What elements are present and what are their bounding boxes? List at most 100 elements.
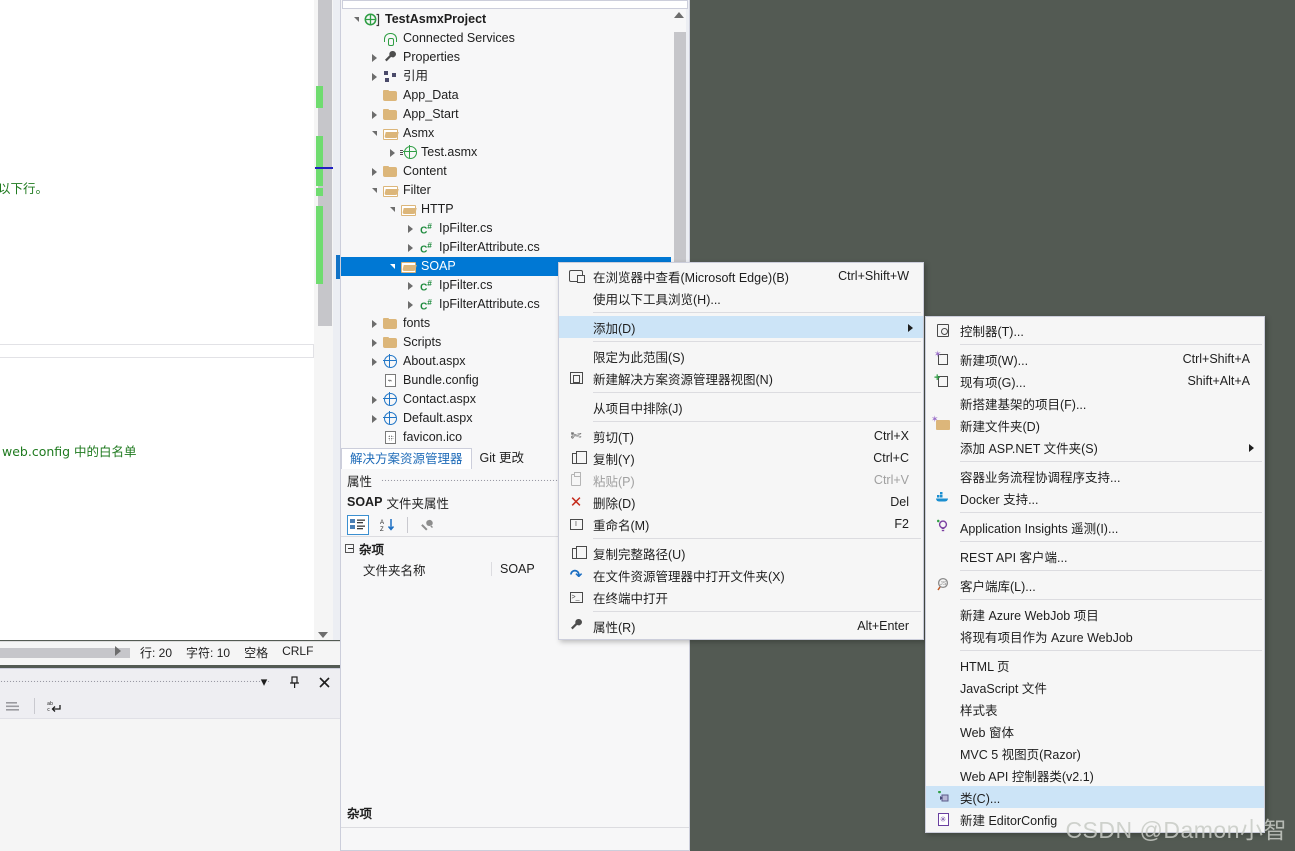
chevron-down-icon[interactable] (367, 181, 381, 200)
paste-icon (571, 472, 581, 486)
delete-icon: ✕ (559, 491, 593, 513)
solution-search-box[interactable] (342, 0, 688, 9)
controller-icon (937, 323, 949, 337)
tree-item-ipfilter-cs[interactable]: C# IpFilter.cs (341, 219, 671, 238)
chevron-right-icon[interactable] (385, 143, 399, 162)
chevron-down-icon[interactable]: ▾ (254, 672, 274, 692)
tree-item-properties[interactable]: Properties (341, 48, 671, 67)
menu-item--d-[interactable]: ✕ 删除(D) Del (559, 491, 923, 513)
menu-item--y-[interactable]: 复制(Y) Ctrl+C (559, 447, 923, 469)
menu-item-label: Docker 支持... (960, 492, 1039, 507)
menu-item--n-[interactable]: 新建解决方案资源管理器视图(N) (559, 367, 923, 389)
editor-collapsed-region[interactable] (0, 344, 314, 358)
chevron-right-icon[interactable] (403, 238, 417, 257)
menu-item--x-[interactable]: ↷ 在文件资源管理器中打开文件夹(X) (559, 564, 923, 586)
menu-item--c-[interactable]: 类(C)... (926, 786, 1264, 808)
editor-horizontal-scrollbar[interactable] (0, 648, 130, 658)
menu-item-rest-api-[interactable]: REST API 客户端... (926, 545, 1264, 567)
chevron-right-icon[interactable] (367, 162, 381, 181)
chevron-down-icon[interactable] (385, 200, 399, 219)
tree-item-label: SOAP (421, 259, 456, 273)
chevron-right-icon[interactable] (367, 352, 381, 371)
code-editor-pane[interactable]: 以下行。 web.config 中的白名单 (0, 0, 340, 640)
status-line-endings[interactable]: CRLF (282, 644, 313, 661)
menu-separator (960, 512, 1262, 513)
chevron-down-icon[interactable] (385, 257, 399, 276)
tree-item-http[interactable]: HTTP (341, 200, 671, 219)
chevron-down-icon[interactable] (349, 10, 363, 29)
status-indent-mode[interactable]: 空格 (244, 644, 268, 661)
chevron-right-icon[interactable] (367, 333, 381, 352)
menu-item--r-[interactable]: 属性(R) Alt+Enter (559, 615, 923, 637)
chevron-right-icon[interactable] (367, 48, 381, 67)
categorized-view-button[interactable] (347, 514, 369, 535)
list-indent-icon[interactable] (4, 696, 24, 716)
chevron-right-icon[interactable] (367, 105, 381, 124)
collapse-icon[interactable] (345, 543, 354, 553)
tree-item-ipfilterattribute-cs[interactable]: C# IpFilterAttribute.cs (341, 238, 671, 257)
menu-item--[interactable]: 容器业务流程协调程序支持... (926, 465, 1264, 487)
menu-item--editorconfig[interactable]: ✳ 新建 EditorConfig (926, 808, 1264, 830)
wrap-text-icon[interactable]: ab c (45, 696, 65, 716)
menu-item--t-[interactable]: 控制器(T)... (926, 319, 1264, 341)
menu-item--j-[interactable]: 从项目中排除(J) (559, 396, 923, 418)
titlebar-drag-dots (0, 680, 270, 682)
tree-item-testasmxproject[interactable]: TestAsmxProject (341, 10, 671, 29)
menu-item--t-[interactable]: ✄ 剪切(T) Ctrl+X (559, 425, 923, 447)
menu-item-shortcut: Ctrl+Shift+W (838, 269, 909, 283)
chevron-right-icon[interactable] (403, 219, 417, 238)
menu-item-application-insights-i-[interactable]: Application Insights 遥测(I)... (926, 516, 1264, 538)
menu-item--azure-webjob[interactable]: 将现有项目作为 Azure WebJob (926, 625, 1264, 647)
menu-item--asp-net-s-[interactable]: 添加 ASP.NET 文件夹(S) (926, 436, 1264, 458)
tree-item--[interactable]: 引用 (341, 67, 671, 86)
tree-item-label: Default.aspx (403, 411, 473, 425)
chevron-right-icon[interactable] (403, 295, 417, 314)
menu-item--u-[interactable]: 复制完整路径(U) (559, 542, 923, 564)
menu-item--[interactable]: 样式表 (926, 698, 1264, 720)
tab-solution-explorer[interactable]: 解决方案资源管理器 (341, 448, 472, 469)
menu-item-mvc-5-razor-[interactable]: MVC 5 视图页(Razor) (926, 742, 1264, 764)
menu-item-web-[interactable]: Web 窗体 (926, 720, 1264, 742)
tree-item-app-data[interactable]: App_Data (341, 86, 671, 105)
menu-item--h-[interactable]: 使用以下工具浏览(H)... (559, 287, 923, 309)
menu-item--m-[interactable]: I 重命名(M) F2 (559, 513, 923, 535)
menu-item--w-[interactable]: ✶ 新建项(W)... Ctrl+Shift+A (926, 348, 1264, 370)
chevron-right-icon[interactable] (367, 390, 381, 409)
chevron-right-icon[interactable] (403, 276, 417, 295)
scroll-right-arrow-icon[interactable] (115, 646, 121, 656)
close-icon[interactable] (314, 672, 334, 692)
menu-item--g-[interactable]: + 现有项(G)... Shift+Alt+A (926, 370, 1264, 392)
context-menu[interactable]: 在浏览器中查看(Microsoft Edge)(B) Ctrl+Shift+W 使用… (558, 262, 924, 640)
property-pages-button[interactable] (416, 515, 438, 535)
add-submenu[interactable]: 控制器(T)... ✶ 新建项(W)... Ctrl+Shift+A + 现有项(G)..… (925, 316, 1265, 833)
chevron-right-icon[interactable] (367, 409, 381, 428)
scroll-up-arrow-icon[interactable] (674, 12, 684, 18)
tree-item-connected-services[interactable]: Connected Services (341, 29, 671, 48)
tree-item-content[interactable]: Content (341, 162, 671, 181)
menu-item-html-[interactable]: HTML 页 (926, 654, 1264, 676)
menu-item-javascript-[interactable]: JavaScript 文件 (926, 676, 1264, 698)
chevron-right-icon[interactable] (367, 67, 381, 86)
menu-item-docker-[interactable]: Docker 支持... (926, 487, 1264, 509)
pin-icon[interactable] (284, 672, 304, 692)
menu-item--[interactable]: >_ 在终端中打开 (559, 586, 923, 608)
menu-item--d-[interactable]: 添加(D) (559, 316, 923, 338)
asmx-icon (399, 145, 417, 161)
tab-git-changes[interactable]: Git 更改 (472, 448, 532, 469)
tree-item-asmx[interactable]: Asmx (341, 124, 671, 143)
menu-item-web-api-v2-1-[interactable]: Web API 控制器类(v2.1) (926, 764, 1264, 786)
chevron-right-icon[interactable] (367, 314, 381, 333)
chevron-down-icon[interactable] (367, 124, 381, 143)
menu-item-label: JavaScript 文件 (960, 681, 1047, 696)
menu-item--microsoft-edge-b-[interactable]: 在浏览器中查看(Microsoft Edge)(B) Ctrl+Shift+W (559, 265, 923, 287)
tree-item-app-start[interactable]: App_Start (341, 105, 671, 124)
menu-item--d-[interactable]: ✶ 新建文件夹(D) (926, 414, 1264, 436)
menu-item--azure-webjob-[interactable]: 新建 Azure WebJob 项目 (926, 603, 1264, 625)
menu-item--s-[interactable]: 限定为此范围(S) (559, 345, 923, 367)
alphabetical-sort-button[interactable]: AZ (377, 515, 399, 535)
menu-item--f-[interactable]: 新搭建基架的项目(F)... (926, 392, 1264, 414)
scroll-down-arrow-icon[interactable] (318, 632, 328, 638)
tree-item-filter[interactable]: Filter (341, 181, 671, 200)
tree-item-test-asmx[interactable]: Test.asmx (341, 143, 671, 162)
menu-item--l-[interactable]: JS 客户端库(L)... (926, 574, 1264, 596)
